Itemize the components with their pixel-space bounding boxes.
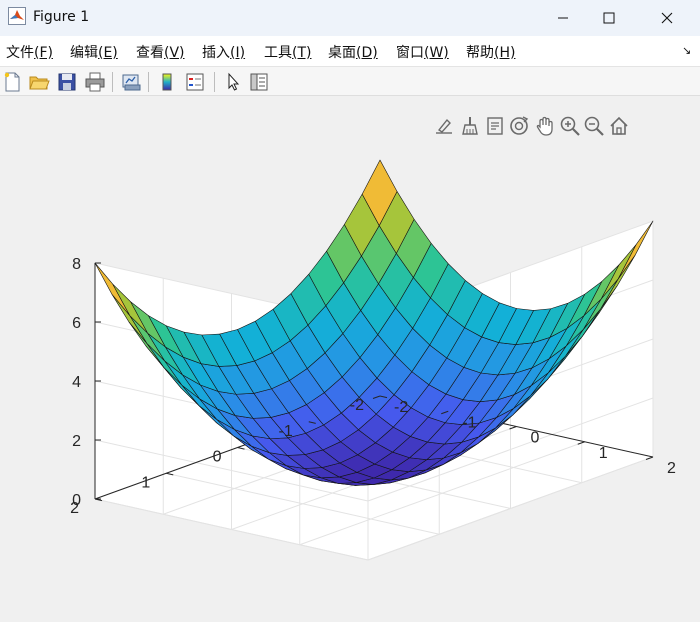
new-figure-icon[interactable] — [2, 71, 24, 93]
menu-file[interactable]: 文件(F) — [6, 42, 53, 62]
menu-insert[interactable]: 插入(I) — [202, 42, 245, 62]
toolbar-separator — [112, 72, 113, 92]
close-icon — [661, 12, 673, 24]
open-file-icon[interactable] — [28, 71, 50, 93]
z-tick-label: 2 — [72, 433, 81, 450]
z-tick-label: 4 — [72, 374, 81, 391]
colorbar-icon[interactable] — [156, 71, 178, 93]
property-inspector-icon[interactable] — [248, 71, 270, 93]
minimize-icon — [558, 17, 568, 19]
y-tick-label: -2 — [350, 397, 364, 414]
x-tick-label: 0 — [531, 430, 540, 447]
menu-overflow-icon[interactable]: ↘ — [682, 44, 691, 57]
y-tick-label: 0 — [213, 449, 222, 466]
maximize-button[interactable] — [582, 0, 636, 36]
x-tick-label: -1 — [462, 414, 476, 431]
figure-canvas[interactable]: 0 2 4 6 8 -2 -1 0 1 2 -2 -1 0 1 2 — [0, 97, 700, 622]
menu-view[interactable]: 查看(V) — [136, 42, 185, 62]
window-title: Figure 1 — [33, 9, 90, 25]
edit-plot-icon[interactable] — [222, 71, 244, 93]
x-tick-label: 1 — [599, 445, 608, 462]
menu-edit[interactable]: 编辑(E) — [70, 42, 118, 62]
menu-desktop[interactable]: 桌面(D) — [328, 42, 378, 62]
figure-toolbar — [0, 66, 700, 96]
menu-help[interactable]: 帮助(H) — [466, 42, 515, 62]
menu-window[interactable]: 窗口(W) — [396, 42, 449, 62]
link-plot-icon[interactable] — [120, 71, 142, 93]
toolbar-separator — [214, 72, 215, 92]
print-icon[interactable] — [84, 71, 106, 93]
surface-plot[interactable]: 02468-2-1012-2-1012 — [0, 97, 700, 622]
y-tick-label: 2 — [70, 500, 79, 517]
maximize-icon — [603, 12, 615, 24]
y-tick-label: -1 — [279, 423, 293, 440]
menu-tools[interactable]: 工具(T) — [264, 42, 311, 62]
toolbar-separator — [148, 72, 149, 92]
x-tick-label: -2 — [394, 399, 408, 416]
legend-icon[interactable] — [184, 71, 206, 93]
z-tick-label: 6 — [72, 315, 81, 332]
menu-bar: 文件(F) 编辑(E) 查看(V) 插入(I) 工具(T) 桌面(D) 窗口(W… — [0, 36, 700, 66]
title-bar: Figure 1 — [0, 0, 700, 36]
y-tick-label: 1 — [141, 474, 150, 491]
x-tick-label: 2 — [667, 460, 676, 477]
close-button[interactable] — [640, 0, 694, 36]
z-tick-label: 8 — [72, 256, 81, 273]
save-icon[interactable] — [56, 71, 78, 93]
matlab-logo-icon — [8, 7, 26, 25]
